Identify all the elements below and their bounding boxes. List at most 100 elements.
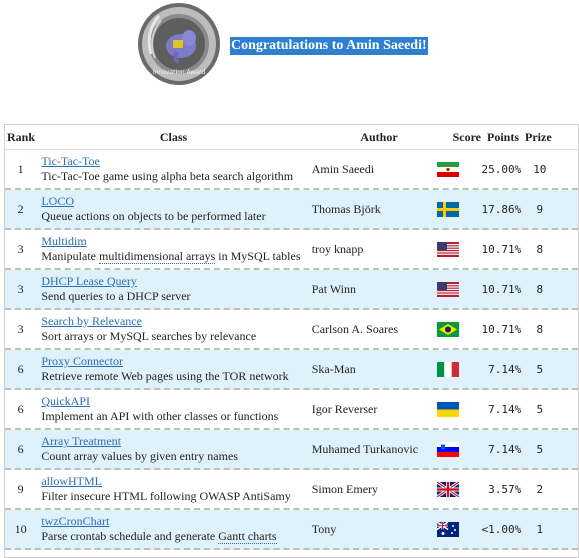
- author-cell: Carlson A. Soares: [311, 321, 399, 336]
- author-cell: Igor Reverser: [311, 401, 378, 416]
- class-cell: DHCP Lease Query Send queries to a DHCP s…: [36, 274, 303, 304]
- table-row: 1 Tic-Tac-Toe Tic-Tac-Toe game using alpha…: [5, 150, 578, 190]
- class-description-pre: Parse crontab schedule and generate: [41, 529, 219, 543]
- author-cell: Thomas Björk: [311, 201, 381, 216]
- table-row: 6 Proxy Connector Retrieve remote Web page…: [5, 350, 578, 390]
- table-body: 1 Tic-Tac-Toe Tic-Tac-Toe game using alpha…: [5, 150, 578, 550]
- class-link[interactable]: allowHTML: [41, 474, 102, 488]
- score-cell: 3.57%: [488, 482, 522, 496]
- class-desc-wrap: Queue actions on objects to be performed…: [41, 209, 265, 223]
- flag-cell: [429, 201, 466, 217]
- header-author: Author: [360, 129, 398, 144]
- points-cell: 8: [536, 282, 544, 296]
- uk-flag-icon: [436, 481, 459, 497]
- class-cell: Search by Relevance Sort arrays or MySQL …: [36, 314, 303, 344]
- points-cell: 5: [536, 402, 544, 416]
- rank-cell: 9: [17, 481, 24, 496]
- points-cell: 2: [536, 482, 544, 496]
- class-cell: Proxy Connector Retrieve remote Web pages…: [36, 354, 303, 384]
- table-row: 3 Search by Relevance Sort arrays or MySQL…: [5, 310, 578, 350]
- class-desc-wrap: Send queries to a DHCP server: [41, 289, 190, 303]
- score-cell: 25.00%: [481, 162, 522, 176]
- table-row: 9 allowHTML Filter insecure HTML following…: [5, 470, 578, 510]
- points-cell: 5: [536, 442, 544, 456]
- author-cell: Tony: [311, 521, 337, 536]
- table-header: Rank Class Author Score Points Prize: [5, 125, 578, 150]
- class-description: Count array values by given entry names: [41, 449, 238, 463]
- australia-flag-icon: [436, 521, 459, 537]
- class-cell: Array Treatment Count array values by giv…: [36, 434, 303, 464]
- author-cell: Pat Winn: [311, 281, 356, 296]
- header-rank: Rank: [6, 129, 35, 144]
- class-link[interactable]: DHCP Lease Query: [41, 274, 137, 288]
- table-row: 6 Array Treatment Count array values by gi…: [5, 430, 578, 470]
- class-description: Implement an API with other classes or f…: [41, 409, 279, 423]
- author-cell: Muhamed Turkanovic: [311, 441, 419, 456]
- header-prize: Prize: [525, 129, 552, 144]
- class-desc-wrap: Implement an API with other classes or f…: [41, 409, 278, 423]
- innovation-award-badge: Innovation Award: [137, 2, 221, 86]
- class-description-post: in MySQL tables: [215, 249, 301, 263]
- rank-cell: 6: [17, 441, 24, 456]
- badge-text: Innovation Award: [153, 69, 205, 76]
- rank-cell: 6: [17, 361, 24, 376]
- class-link[interactable]: LOCO: [41, 194, 74, 208]
- description-link[interactable]: multidimensional arrays: [98, 249, 216, 264]
- class-desc-wrap: Count array values by given entry names: [41, 449, 238, 463]
- class-desc-wrap: Filter insecure HTML following OWASP Ant…: [41, 489, 290, 503]
- class-link[interactable]: Array Treatment: [41, 434, 121, 448]
- usa-flag-icon: [436, 281, 459, 297]
- score-cell: 10.71%: [481, 322, 522, 336]
- class-link[interactable]: twzCronChart: [41, 514, 109, 528]
- score-cell: 17.86%: [481, 202, 522, 216]
- flag-cell: [429, 361, 466, 377]
- class-cell: Multidim Manipulate multidimensional arra…: [36, 234, 303, 264]
- class-desc-wrap: Sort arrays or MySQL searches by relevan…: [41, 329, 256, 343]
- rank-cell: 3: [17, 281, 24, 296]
- class-description: Tic-Tac-Toe game using alpha beta search…: [41, 169, 294, 183]
- class-link[interactable]: Multidim: [41, 234, 86, 248]
- class-description: Filter insecure HTML following OWASP Ant…: [41, 489, 291, 503]
- class-cell: twzCronChart Parse crontab schedule and g…: [36, 514, 303, 544]
- table-row: 6 QuickAPI Implement an API with other cla…: [5, 390, 578, 430]
- class-description: Retrieve remote Web pages using the TOR …: [41, 369, 289, 383]
- points-cell: 1: [536, 522, 544, 536]
- class-cell: allowHTML Filter insecure HTML following …: [36, 474, 303, 504]
- description-link[interactable]: Gantt charts: [218, 529, 277, 544]
- class-desc-wrap: Manipulate multidimensional arrays in My…: [41, 249, 301, 264]
- class-link[interactable]: Proxy Connector: [41, 354, 123, 368]
- class-description: Sort arrays or MySQL searches by relevan…: [41, 329, 257, 343]
- table-row: 10 twzCronChart Parse crontab schedule and…: [5, 510, 578, 550]
- author-cell: troy knapp: [311, 241, 364, 256]
- score-cell: 7.14%: [488, 362, 522, 376]
- table-row: 3 DHCP Lease Query Send queries to a DHCP …: [5, 270, 578, 310]
- points-cell: 10: [533, 162, 547, 176]
- score-cell: 7.14%: [488, 402, 522, 416]
- class-link[interactable]: Search by Relevance: [41, 314, 142, 328]
- usa-flag-icon: [436, 241, 459, 257]
- class-link[interactable]: Tic-Tac-Toe: [41, 154, 100, 168]
- rank-cell: 1: [17, 161, 24, 176]
- score-cell: 10.71%: [481, 242, 522, 256]
- points-cell: 8: [536, 322, 544, 336]
- header-class: Class: [159, 129, 188, 144]
- class-desc-wrap: Parse crontab schedule and generate Gant…: [41, 529, 277, 544]
- sweden-flag-icon: [436, 201, 459, 217]
- iran-flag-icon: [436, 161, 459, 177]
- rank-cell: 3: [17, 241, 24, 256]
- table-row: 3 Multidim Manipulate multidimensional arr…: [5, 230, 578, 270]
- class-cell: QuickAPI Implement an API with other clas…: [36, 394, 303, 424]
- flag-cell: [429, 281, 466, 297]
- ranking-table: Rank Class Author Score Points Prize 1 Ti…: [4, 124, 579, 558]
- points-cell: 5: [536, 362, 544, 376]
- slovenia-flag-icon: [436, 441, 459, 457]
- class-description: Queue actions on objects to be performed…: [41, 209, 266, 223]
- class-desc-wrap: Retrieve remote Web pages using the TOR …: [41, 369, 288, 383]
- award-medal-icon: Innovation Award: [138, 3, 220, 85]
- header-score: Score: [452, 129, 481, 144]
- rank-cell: 3: [17, 321, 24, 336]
- author-cell: Ska-Man: [311, 361, 356, 376]
- author-cell: Simon Emery: [311, 481, 379, 496]
- class-link[interactable]: QuickAPI: [41, 394, 90, 408]
- flag-cell: [429, 401, 466, 417]
